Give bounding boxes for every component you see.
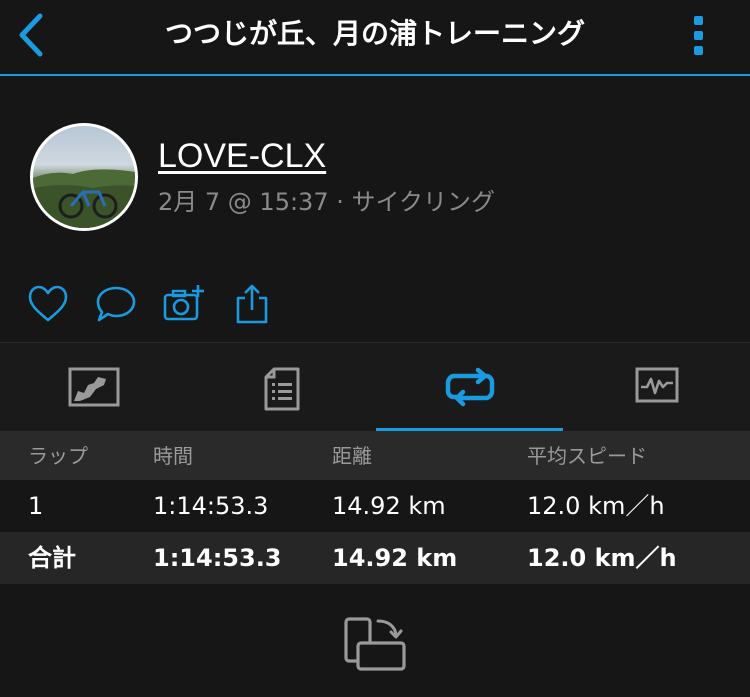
page-title: つつじが丘、月の浦トレーニング: [164, 17, 585, 50]
top-bar: つつじが丘、月の浦トレーニング: [0, 0, 750, 76]
tab-laps[interactable]: [376, 343, 563, 431]
back-button[interactable]: [10, 10, 54, 60]
lap-distance: 14.92 km: [332, 492, 446, 520]
activity-tabs: [0, 343, 750, 432]
chart-icon: [635, 367, 678, 403]
column-header-distance: 距離: [332, 444, 372, 468]
rotate-screen-button[interactable]: [340, 613, 410, 675]
map-icon: [68, 367, 119, 407]
total-time: 1:14:53.3: [153, 544, 282, 572]
table-row[interactable]: 1 1:14:53.3 14.92 km 12.0 km／h: [0, 480, 750, 532]
tab-charts[interactable]: [563, 343, 750, 431]
share-button[interactable]: [230, 282, 274, 326]
table-header: ラップ 時間 距離 平均スピード: [0, 432, 750, 480]
activity-profile: LOVE-CLX 2月 7 @ 15:37 · サイクリング: [0, 78, 750, 263]
more-menu-button[interactable]: [688, 10, 708, 60]
chevron-left-icon: [19, 13, 43, 57]
activity-meta: 2月 7 @ 15:37 · サイクリング: [158, 188, 495, 216]
tab-details[interactable]: [188, 343, 375, 431]
lap-avg-speed: 12.0 km／h: [527, 492, 665, 520]
column-header-lap: ラップ: [28, 444, 88, 468]
comment-button[interactable]: [94, 282, 138, 326]
add-photo-icon: [163, 285, 204, 321]
share-icon: [236, 284, 268, 324]
user-name-link[interactable]: LOVE-CLX: [158, 136, 326, 176]
avatar[interactable]: [30, 123, 138, 231]
table-total-row: 合計 1:14:53.3 14.92 km 12.0 km／h: [0, 532, 750, 584]
heart-icon: [28, 285, 68, 322]
rotate-screen-icon: [344, 617, 406, 671]
bottom-area: [0, 588, 750, 697]
column-header-avg-speed: 平均スピード: [527, 444, 647, 468]
add-photo-button[interactable]: [162, 282, 206, 326]
lap-time: 1:14:53.3: [153, 492, 269, 520]
details-list-icon: [264, 367, 299, 411]
action-bar: [0, 262, 750, 343]
total-avg-speed: 12.0 km／h: [527, 544, 677, 572]
like-button[interactable]: [26, 282, 70, 326]
laps-icon: [445, 367, 494, 407]
total-distance: 14.92 km: [332, 544, 458, 572]
laps-table: ラップ 時間 距離 平均スピード 1 1:14:53.3 14.92 km 12…: [0, 432, 750, 584]
comment-icon: [96, 286, 136, 322]
total-label: 合計: [28, 544, 76, 572]
column-header-time: 時間: [153, 444, 193, 468]
tab-map[interactable]: [0, 343, 187, 431]
lap-number: 1: [28, 492, 44, 520]
